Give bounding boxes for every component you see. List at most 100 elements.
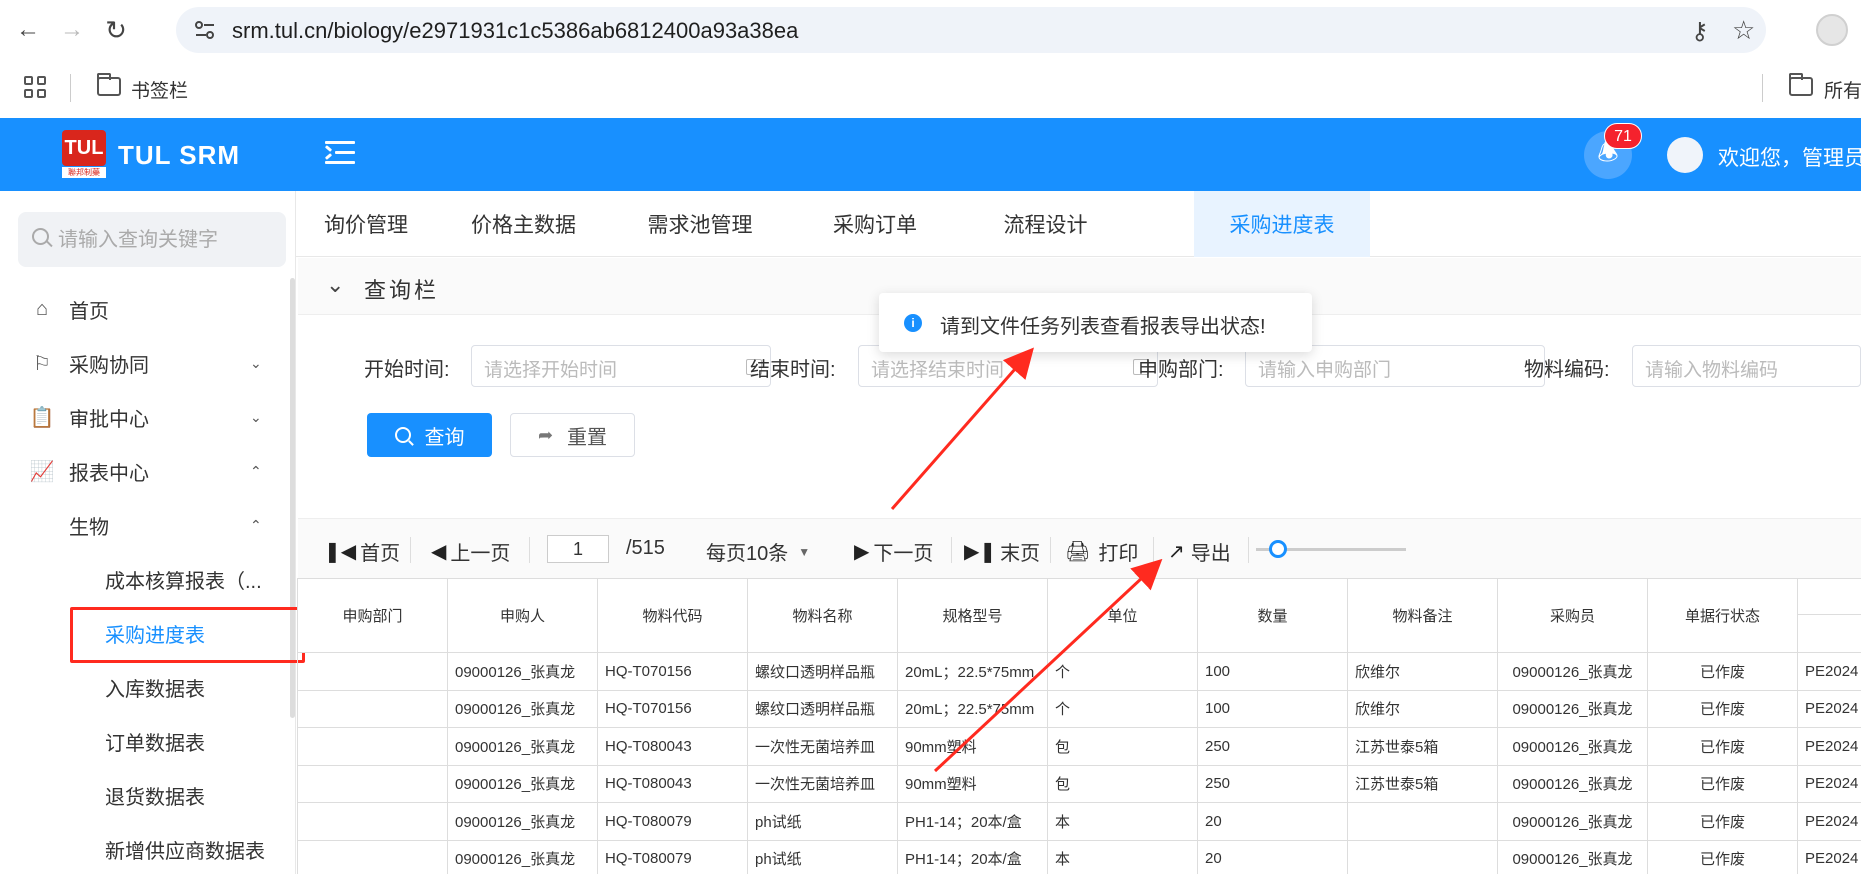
table-cell: PH1-14；20本/盒 [897, 839, 1048, 874]
chart-icon: 📈 [29, 460, 55, 483]
column-header[interactable]: 物料代码 [597, 578, 748, 653]
department-label: 申购部门: [1138, 359, 1224, 381]
menu-collapse-icon[interactable] [324, 138, 357, 168]
forward-icon[interactable]: → [56, 14, 88, 46]
address-bar[interactable]: srm.tul.cn/biology/e2971931c1c5386ab6812… [176, 7, 1766, 53]
table-cell: 已作废 [1647, 689, 1798, 728]
table-cell: 已作废 [1647, 764, 1798, 803]
table-row[interactable]: 09000126_张真龙 HQ-T080079 ph试纸 PH1-14；20本/… [297, 839, 1861, 874]
chevron-down-icon[interactable]: ⌄ [326, 272, 344, 298]
logo-mark: TUL [62, 130, 106, 166]
prev-page-button[interactable]: ◀ 上一页 [431, 537, 510, 566]
prev-page-icon: ◀ [431, 541, 447, 563]
query-button[interactable]: 查询 [367, 413, 492, 457]
logo: TUL 聯邦制藥 [62, 130, 106, 178]
table-cell: 江苏世泰5箱 [1347, 727, 1498, 766]
sidebar-item-approval[interactable]: 📋 审批中心 ⌄ [0, 393, 285, 441]
table-cell: 09000126_张真龙 [1497, 652, 1648, 691]
profile-icon[interactable] [1816, 14, 1848, 46]
sidebar-item-procurement[interactable]: ⚐ 采购协同 ⌄ [0, 339, 285, 387]
pager-toolbar: ❚◀ 首页 ◀ 上一页 1 /515 每页10条 ▼ ▶ 下一页 ▶❚ 末页 🖨… [298, 518, 1861, 578]
print-label: 打印 [1098, 543, 1139, 565]
next-page-button[interactable]: ▶ 下一页 [854, 537, 933, 566]
column-header[interactable]: 申购部门 [297, 578, 448, 653]
last-page-button[interactable]: ▶❚ 末页 [964, 537, 1040, 566]
table-row[interactable]: 09000126_张真龙 HQ-T080043 一次性无菌培养皿 90mm塑料 … [297, 764, 1861, 803]
table-cell: PE2024 [1797, 689, 1861, 728]
column-header[interactable]: 规格型号 [897, 578, 1048, 653]
zoom-slider-handle[interactable] [1269, 540, 1287, 558]
table-cell [297, 802, 448, 841]
reload-icon[interactable]: ↻ [100, 14, 132, 46]
table-row[interactable]: 09000126_张真龙 HQ-T080079 ph试纸 PH1-14；20本/… [297, 802, 1861, 841]
column-header[interactable]: 单位 [1047, 578, 1198, 653]
table-cell: HQ-T080043 [597, 764, 748, 803]
table-cell: 已作废 [1647, 727, 1798, 766]
page-size-label: 每页10条 [706, 543, 789, 565]
sidebar-search-input[interactable] [58, 222, 278, 258]
sidebar-item-return-data[interactable]: 退货数据表 [0, 771, 285, 819]
tab-demand-pool[interactable]: 需求池管理 [611, 191, 789, 257]
site-settings-icon[interactable] [194, 20, 216, 40]
table-cell [1347, 802, 1498, 841]
tab-purchase-order[interactable]: 采购订单 [789, 191, 961, 257]
sidebar-item-label: 生物 [69, 516, 109, 539]
sidebar-item-inbound-data[interactable]: 入库数据表 [0, 663, 285, 711]
table-cell: 09000126_张真龙 [1497, 764, 1648, 803]
sidebar-item-biology[interactable]: 生物 ⌃ [0, 501, 285, 549]
next-page-icon: ▶ [854, 541, 870, 563]
column-header[interactable]: 数量 [1197, 578, 1348, 653]
sidebar-item-cost-report[interactable]: 成本核算报表（... [0, 555, 285, 603]
print-button[interactable]: 🖨 打印 [1065, 537, 1138, 566]
end-time-label: 结束时间: [750, 359, 836, 381]
table-row[interactable]: 09000126_张真龙 HQ-T070156 螺纹口透明样品瓶 20mL；22… [297, 689, 1861, 728]
column-header[interactable]: 物料名称 [747, 578, 898, 653]
table-row[interactable]: 09000126_张真龙 HQ-T070156 螺纹口透明样品瓶 20mL；22… [297, 652, 1861, 691]
welcome-text[interactable]: 欢迎您，管理员 [1718, 142, 1861, 172]
column-header-group[interactable] [1797, 578, 1861, 653]
column-header[interactable]: 单据行状态 [1647, 578, 1798, 653]
start-time-label: 开始时间: [364, 359, 450, 381]
back-icon[interactable]: ← [12, 14, 44, 46]
pager-divider [1248, 537, 1249, 563]
column-header[interactable]: 申购人 [447, 578, 598, 653]
tab-process-design[interactable]: 流程设计 [961, 191, 1130, 257]
start-time-field[interactable]: 请选择开始时间 [471, 345, 771, 387]
sidebar-item-label: 首页 [69, 300, 109, 323]
sidebar-item-new-supplier-data[interactable]: 新增供应商数据表 [0, 825, 285, 873]
page-size-select[interactable]: 每页10条 ▼ [706, 537, 810, 566]
reset-button[interactable]: ➦ 重置 [510, 413, 635, 457]
column-header[interactable]: 物料备注 [1347, 578, 1498, 653]
all-bookmarks-folder[interactable]: 所有 [1824, 76, 1861, 103]
bookmarks-bar: 书签栏 所有 [0, 58, 1861, 118]
app-header: TUL 聯邦制藥 TUL SRM 🕭 71 [0, 118, 1861, 191]
table-cell: 本 [1047, 839, 1198, 874]
folder-icon [1789, 73, 1813, 96]
first-page-button[interactable]: ❚◀ 首页 [324, 537, 400, 566]
apps-grid-icon[interactable] [24, 76, 46, 98]
material-code-label: 物料编码: [1524, 359, 1610, 381]
page-number-input[interactable]: 1 [547, 535, 609, 563]
prev-page-label: 上一页 [450, 543, 511, 565]
tab-price-master[interactable]: 价格主数据 [436, 191, 611, 257]
url-text[interactable]: srm.tul.cn/biology/e2971931c1c5386ab6812… [232, 18, 798, 44]
tab-inquiry[interactable]: 询价管理 [296, 191, 436, 257]
avatar[interactable] [1667, 137, 1703, 173]
table-cell: 09000126_张真龙 [447, 652, 598, 691]
pager-divider [1153, 537, 1154, 563]
table-cell: 09000126_张真龙 [447, 839, 598, 874]
password-key-icon[interactable]: ⚷ [1691, 17, 1709, 46]
export-button[interactable]: ↗ 导出 [1168, 537, 1231, 566]
first-page-label: 首页 [360, 543, 401, 565]
caret-down-icon: ▼ [798, 544, 811, 559]
column-header[interactable]: 采购员 [1497, 578, 1648, 653]
table-cell: HQ-T080079 [597, 839, 748, 874]
bookmarks-folder[interactable]: 书签栏 [131, 76, 188, 103]
bookmark-star-icon[interactable]: ☆ [1732, 15, 1755, 46]
sidebar-item-reports[interactable]: 📈 报表中心 ⌃ [0, 447, 285, 495]
sidebar-item-order-data[interactable]: 订单数据表 [0, 717, 285, 765]
material-code-field[interactable]: 请输入物料编码 [1632, 345, 1861, 387]
tab-purchase-progress[interactable]: 采购进度表 [1194, 191, 1370, 257]
table-row[interactable]: 09000126_张真龙 HQ-T080043 一次性无菌培养皿 90mm塑料 … [297, 727, 1861, 766]
sidebar-item-home[interactable]: ⌂ 首页 [0, 285, 285, 333]
